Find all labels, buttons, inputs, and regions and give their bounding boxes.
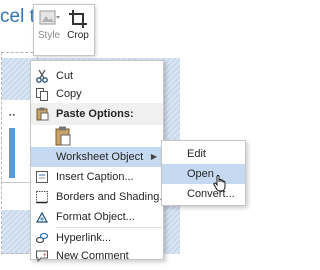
clipboard-icon <box>35 107 49 121</box>
crop-button[interactable]: Crop <box>64 8 92 52</box>
context-menu: Cut Copy Paste Options: Worksheet Object… <box>30 60 169 263</box>
menu-item-new-comment[interactable]: + New Comment <box>31 246 163 266</box>
submenu-item-edit[interactable]: Edit <box>162 144 245 164</box>
menu-label-new-comment: New Comment <box>56 250 129 262</box>
menu-item-borders-shading[interactable]: Borders and Shading... <box>31 187 169 207</box>
mini-toolbar: Style Crop <box>33 4 95 56</box>
menu-label-hyperlink: Hyperlink... <box>56 232 112 244</box>
menu-label-borders-shading: Borders and Shading... <box>56 191 169 203</box>
insert-caption-icon <box>35 170 49 184</box>
svg-text:+: + <box>43 253 47 259</box>
document-title-fragment: cel t <box>0 6 35 27</box>
menu-label-format-object: Format Object... <box>56 211 135 223</box>
crop-icon <box>64 8 92 30</box>
crop-label: Crop <box>67 30 89 41</box>
submenu-item-convert[interactable]: Convert... <box>162 184 245 204</box>
hyperlink-icon <box>35 231 49 245</box>
copy-icon <box>35 87 49 101</box>
menu-item-worksheet-object[interactable]: Worksheet Object ▶ <box>31 147 163 167</box>
menu-label-worksheet-object: Worksheet Object <box>56 151 144 163</box>
menu-item-copy[interactable]: Copy <box>31 84 163 104</box>
paste-options-label: Paste Options: <box>56 108 134 120</box>
menu-label-copy: Copy <box>56 88 82 100</box>
menu-item-cut[interactable]: Cut <box>31 66 163 86</box>
menu-label-cut: Cut <box>56 70 74 82</box>
hand-cursor-icon <box>213 174 227 192</box>
submenu-label-convert: Convert... <box>187 188 235 200</box>
menu-item-insert-caption[interactable]: Insert Caption... <box>31 167 163 187</box>
menu-label-insert-caption: Insert Caption... <box>56 171 134 183</box>
style-button[interactable]: Style <box>35 8 63 52</box>
submenu-label-edit: Edit <box>187 148 206 160</box>
scissors-icon <box>35 69 49 83</box>
submenu-label-open: Open <box>187 168 214 180</box>
worksheet-object-submenu: Edit Open Convert... <box>161 140 246 206</box>
borders-icon <box>35 190 49 204</box>
menu-item-hyperlink[interactable]: Hyperlink... <box>31 228 163 248</box>
menu-item-format-object[interactable]: Format Object... <box>31 207 163 227</box>
style-icon <box>35 8 63 30</box>
paste-options-header: Paste Options: <box>31 103 163 125</box>
submenu-item-open[interactable]: Open <box>162 164 245 184</box>
format-object-icon <box>35 210 49 224</box>
style-label: Style <box>37 30 61 41</box>
paste-keep-source-button[interactable] <box>53 125 75 147</box>
comment-icon: + <box>35 249 49 263</box>
submenu-arrow-icon: ▶ <box>150 152 157 161</box>
